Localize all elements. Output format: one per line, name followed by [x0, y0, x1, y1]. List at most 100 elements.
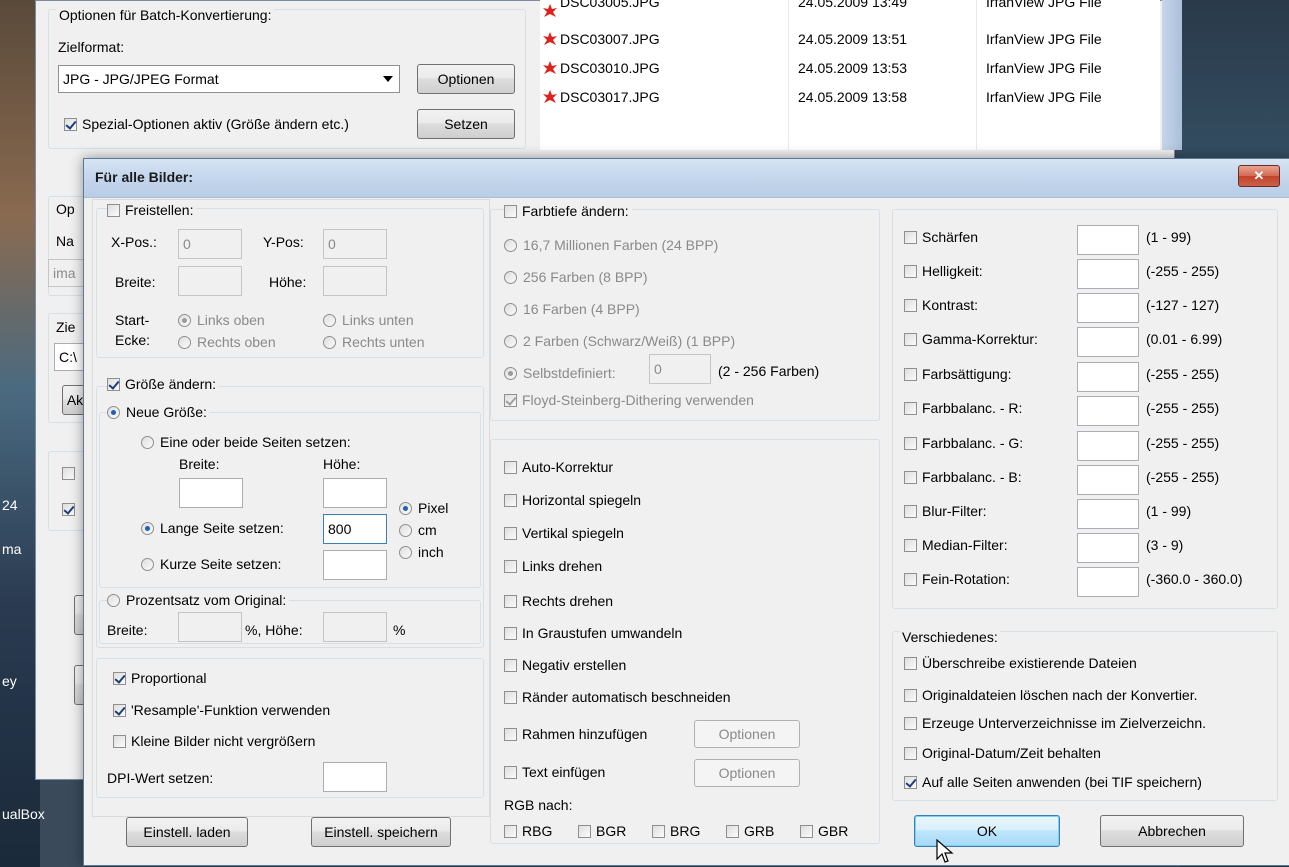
filter-checkbox[interactable]: Kontrast:: [904, 297, 978, 313]
filter-value-input[interactable]: [1077, 293, 1139, 323]
filter-value-input[interactable]: [1077, 259, 1139, 289]
filter-value-input[interactable]: [1077, 499, 1139, 529]
unit-cm-radio[interactable]: cm: [399, 522, 437, 538]
no-enlarge-checkbox[interactable]: Kleine Bilder nicht vergrößern: [113, 733, 315, 749]
filter-value-input[interactable]: [1077, 431, 1139, 461]
partial-input[interactable]: ima: [48, 259, 88, 287]
save-settings-button[interactable]: Einstell. speichern: [311, 817, 451, 847]
rgb-gbr-checkbox[interactable]: GBR: [800, 823, 848, 839]
auto-correct-checkbox[interactable]: Auto-Korrektur: [504, 459, 613, 475]
corner-radio-bottom-right[interactable]: Rechts unten: [323, 334, 425, 350]
keep-date-checkbox[interactable]: Original-Datum/Zeit behalten: [904, 745, 1101, 761]
depth-24bpp-radio[interactable]: 16,7 Millionen Farben (24 BPP): [504, 237, 718, 253]
checkbox-empty-icon: [904, 716, 917, 730]
crop-height-input[interactable]: [323, 266, 387, 296]
set-sides-radio[interactable]: Eine oder beide Seiten setzen:: [141, 434, 351, 450]
cancel-button[interactable]: Abbrechen: [1100, 815, 1244, 847]
rgb-bgr-checkbox[interactable]: BGR: [578, 823, 626, 839]
filter-value-input[interactable]: [1077, 225, 1139, 255]
filter-checkbox[interactable]: Blur-Filter:: [904, 503, 987, 519]
resize-checkbox[interactable]: Größe ändern:: [107, 376, 220, 392]
corner-radio-top-left[interactable]: Links oben: [178, 312, 265, 328]
filter-checkbox[interactable]: Fein-Rotation:: [904, 571, 1010, 587]
filter-checkbox[interactable]: Helligkeit:: [904, 263, 983, 279]
dither-checkbox[interactable]: Floyd-Steinberg-Dithering verwenden: [504, 392, 754, 408]
spezial-options-checkbox[interactable]: Spezial-Optionen aktiv (Größe ändern etc…: [64, 116, 349, 132]
filter-label: Fein-Rotation:: [922, 571, 1010, 587]
unit-inch-radio[interactable]: inch: [399, 544, 444, 560]
resize-width-input[interactable]: [179, 478, 243, 508]
crop-width-input[interactable]: [178, 266, 242, 296]
file-row[interactable]: DSC03007.JPG 24.05.2009 13:51 IrfanView …: [540, 28, 1160, 52]
insert-text-checkbox[interactable]: Text einfügen: [504, 764, 605, 780]
short-side-radio[interactable]: Kurze Seite setzen:: [141, 556, 281, 572]
crop-label: Freistellen:: [125, 202, 194, 218]
percent-width-input[interactable]: [178, 612, 242, 642]
frame-options-button[interactable]: Optionen: [694, 720, 800, 748]
long-side-input[interactable]: 800: [323, 514, 387, 544]
short-side-input[interactable]: [323, 550, 387, 580]
ypos-input[interactable]: 0: [323, 229, 387, 259]
negative-checkbox[interactable]: Negativ erstellen: [504, 657, 626, 673]
flip-horizontal-checkbox[interactable]: Horizontal spiegeln: [504, 492, 641, 508]
proportional-checkbox[interactable]: Proportional: [113, 670, 207, 686]
delete-originals-checkbox[interactable]: Originaldateien löschen nach der Konvert…: [904, 687, 1198, 703]
rotate-left-checkbox[interactable]: Links drehen: [504, 558, 602, 574]
long-side-radio[interactable]: Lange Seite setzen:: [141, 520, 284, 536]
percent-height-input[interactable]: [323, 612, 387, 642]
filter-checkbox[interactable]: Median-Filter:: [904, 537, 1008, 553]
overwrite-checkbox[interactable]: Überschreibe existierende Dateien: [904, 655, 1137, 671]
file-row[interactable]: DSC03017.JPG 24.05.2009 13:58 IrfanView …: [540, 86, 1160, 110]
xpos-input[interactable]: 0: [178, 229, 242, 259]
back-checkbox[interactable]: [62, 467, 80, 480]
flip-vertical-checkbox[interactable]: Vertikal spiegeln: [504, 525, 624, 541]
color-depth-checkbox[interactable]: Farbtiefe ändern:: [504, 203, 632, 219]
setzen-button[interactable]: Setzen: [417, 109, 515, 139]
filter-checkbox[interactable]: Farbbalanc. - R:: [904, 400, 1022, 416]
load-settings-button[interactable]: Einstell. laden: [126, 817, 248, 847]
format-options-button[interactable]: Optionen: [417, 64, 515, 94]
dpi-input[interactable]: [323, 762, 387, 792]
resample-checkbox[interactable]: 'Resample'-Funktion verwenden: [113, 702, 330, 718]
resize-height-input[interactable]: [323, 478, 387, 508]
format-select[interactable]: JPG - JPG/JPEG Format: [58, 65, 400, 93]
text-options-button[interactable]: Optionen: [694, 759, 800, 787]
unit-pixel-radio[interactable]: Pixel: [399, 500, 448, 516]
add-frame-checkbox[interactable]: Rahmen hinzufügen: [504, 726, 647, 742]
rotate-right-checkbox[interactable]: Rechts drehen: [504, 593, 613, 609]
corner-radio-top-right[interactable]: Rechts oben: [178, 334, 276, 350]
filter-value-input[interactable]: [1077, 327, 1139, 357]
corner-radio-bottom-left[interactable]: Links unten: [323, 312, 414, 328]
grayscale-checkbox[interactable]: In Graustufen umwandeln: [504, 625, 682, 641]
filter-checkbox[interactable]: Gamma-Korrektur:: [904, 331, 1038, 347]
filter-value-input[interactable]: [1077, 465, 1139, 495]
depth-custom-input[interactable]: 0: [649, 354, 711, 384]
filter-value-input[interactable]: [1077, 567, 1139, 597]
depth-8bpp-radio[interactable]: 256 Farben (8 BPP): [504, 269, 648, 285]
create-subdirs-checkbox[interactable]: Erzeuge Unterverzeichnisse im Zielverzei…: [904, 715, 1206, 731]
filter-value-input[interactable]: [1077, 533, 1139, 563]
file-row[interactable]: DSC03005.JPG 24.05.2009 13:49 IrfanView …: [540, 0, 1160, 24]
filter-checkbox[interactable]: Schärfen: [904, 229, 978, 245]
all-pages-checkbox[interactable]: Auf alle Seiten anwenden (bei TIF speich…: [904, 774, 1202, 790]
filter-checkbox[interactable]: Farbbalanc. - B:: [904, 469, 1022, 485]
file-list[interactable]: DSC03005.JPG 24.05.2009 13:49 IrfanView …: [540, 0, 1160, 150]
percent-radio[interactable]: Prozentsatz vom Original:: [107, 592, 290, 608]
depth-custom-radio[interactable]: Selbstdefiniert:: [504, 365, 616, 381]
rgb-brg-checkbox[interactable]: BRG: [652, 823, 700, 839]
crop-checkbox[interactable]: Freistellen:: [107, 202, 197, 218]
irfanview-file-icon: [543, 61, 557, 74]
auto-crop-borders-checkbox[interactable]: Ränder automatisch beschneiden: [504, 689, 731, 705]
filter-checkbox[interactable]: Farbsättigung:: [904, 366, 1012, 382]
depth-1bpp-radio[interactable]: 2 Farben (Schwarz/Weiß) (1 BPP): [504, 333, 735, 349]
filter-checkbox[interactable]: Farbbalanc. - G:: [904, 435, 1023, 451]
close-button[interactable]: ✕: [1238, 165, 1280, 187]
new-size-radio[interactable]: Neue Größe:: [107, 404, 210, 420]
filter-value-input[interactable]: [1077, 362, 1139, 392]
filter-value-input[interactable]: [1077, 396, 1139, 426]
rgb-rbg-checkbox[interactable]: RBG: [504, 823, 552, 839]
rgb-grb-checkbox[interactable]: GRB: [726, 823, 774, 839]
back-checkbox[interactable]: [62, 503, 80, 516]
file-row[interactable]: DSC03010.JPG 24.05.2009 13:53 IrfanView …: [540, 57, 1160, 81]
depth-4bpp-radio[interactable]: 16 Farben (4 BPP): [504, 301, 640, 317]
